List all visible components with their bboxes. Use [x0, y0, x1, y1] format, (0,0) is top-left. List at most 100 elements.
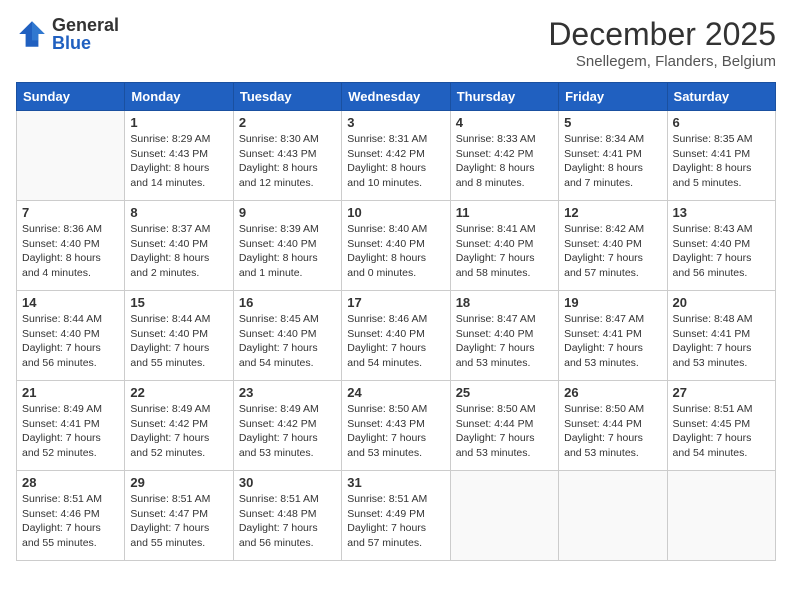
calendar-cell: 1Sunrise: 8:29 AMSunset: 4:43 PMDaylight… — [125, 111, 233, 201]
day-info: Sunrise: 8:31 AMSunset: 4:42 PMDaylight:… — [347, 132, 444, 191]
day-info: Sunrise: 8:50 AMSunset: 4:44 PMDaylight:… — [564, 402, 661, 461]
day-number: 26 — [564, 385, 661, 400]
day-info: Sunrise: 8:41 AMSunset: 4:40 PMDaylight:… — [456, 222, 553, 281]
week-row-4: 21Sunrise: 8:49 AMSunset: 4:41 PMDayligh… — [17, 381, 776, 471]
day-info: Sunrise: 8:39 AMSunset: 4:40 PMDaylight:… — [239, 222, 336, 281]
weekday-header-tuesday: Tuesday — [233, 83, 341, 111]
weekday-header-wednesday: Wednesday — [342, 83, 450, 111]
day-number: 27 — [673, 385, 770, 400]
day-info: Sunrise: 8:34 AMSunset: 4:41 PMDaylight:… — [564, 132, 661, 191]
calendar-cell: 23 Sunrise: 8:49 AMSunset: 4:42 PMDayligh… — [233, 381, 341, 471]
calendar-cell: 19 Sunrise: 8:47 AMSunset: 4:41 PMDayligh… — [559, 291, 667, 381]
calendar-cell: 17 Sunrise: 8:46 AMSunset: 4:40 PMDayligh… — [342, 291, 450, 381]
day-info: Sunrise: 8:29 AMSunset: 4:43 PMDaylight:… — [130, 132, 227, 191]
day-info: Sunrise: 8:51 AMSunset: 4:45 PMDaylight:… — [673, 402, 770, 461]
calendar-cell: 18Sunrise: 8:47 AMSunset: 4:40 PMDayligh… — [450, 291, 558, 381]
calendar-cell: 28 Sunrise: 8:51 AMSunset: 4:46 PMDayligh… — [17, 471, 125, 561]
calendar-cell: 2 Sunrise: 8:30 AMSunset: 4:43 PMDaylight… — [233, 111, 341, 201]
day-number: 31 — [347, 475, 444, 490]
logo-icon — [16, 18, 48, 50]
calendar-cell: 30Sunrise: 8:51 AMSunset: 4:48 PMDayligh… — [233, 471, 341, 561]
day-info: Sunrise: 8:36 AMSunset: 4:40 PMDaylight:… — [22, 222, 119, 281]
calendar-table: SundayMondayTuesdayWednesdayThursdayFrid… — [16, 82, 776, 561]
day-number: 7 — [22, 205, 119, 220]
calendar-cell: 20 Sunrise: 8:48 AMSunset: 4:41 PMDayligh… — [667, 291, 775, 381]
calendar-cell: 11 Sunrise: 8:41 AMSunset: 4:40 PMDayligh… — [450, 201, 558, 291]
location-subtitle: Snellegem, Flanders, Belgium — [548, 53, 776, 70]
weekday-header-friday: Friday — [559, 83, 667, 111]
calendar-cell: 9 Sunrise: 8:39 AMSunset: 4:40 PMDaylight… — [233, 201, 341, 291]
title-area: December 2025 Snellegem, Flanders, Belgi… — [548, 16, 776, 70]
day-number: 19 — [564, 295, 661, 310]
day-number: 4 — [456, 115, 553, 130]
weekday-header-saturday: Saturday — [667, 83, 775, 111]
calendar-cell: 31 Sunrise: 8:51 AMSunset: 4:49 PMDayligh… — [342, 471, 450, 561]
day-info: Sunrise: 8:50 AMSunset: 4:43 PMDaylight:… — [347, 402, 444, 461]
day-info: Sunrise: 8:30 AMSunset: 4:43 PMDaylight:… — [239, 132, 336, 191]
day-number: 12 — [564, 205, 661, 220]
calendar-cell: 4Sunrise: 8:33 AMSunset: 4:42 PMDaylight… — [450, 111, 558, 201]
day-number: 17 — [347, 295, 444, 310]
calendar-cell: 5 Sunrise: 8:34 AMSunset: 4:41 PMDaylight… — [559, 111, 667, 201]
day-info: Sunrise: 8:50 AMSunset: 4:44 PMDaylight:… — [456, 402, 553, 461]
calendar-cell: 3Sunrise: 8:31 AMSunset: 4:42 PMDaylight… — [342, 111, 450, 201]
day-info: Sunrise: 8:51 AMSunset: 4:46 PMDaylight:… — [22, 492, 119, 551]
calendar-cell: 15 Sunrise: 8:44 AMSunset: 4:40 PMDayligh… — [125, 291, 233, 381]
day-number: 22 — [130, 385, 227, 400]
day-number: 9 — [239, 205, 336, 220]
logo: General Blue — [16, 16, 119, 52]
calendar-cell: 22 Sunrise: 8:49 AMSunset: 4:42 PMDayligh… — [125, 381, 233, 471]
day-info: Sunrise: 8:51 AMSunset: 4:49 PMDaylight:… — [347, 492, 444, 551]
day-number: 2 — [239, 115, 336, 130]
calendar-cell: 27 Sunrise: 8:51 AMSunset: 4:45 PMDayligh… — [667, 381, 775, 471]
calendar-cell: 12 Sunrise: 8:42 AMSunset: 4:40 PMDayligh… — [559, 201, 667, 291]
calendar-cell: 24Sunrise: 8:50 AMSunset: 4:43 PMDayligh… — [342, 381, 450, 471]
day-number: 20 — [673, 295, 770, 310]
day-number: 5 — [564, 115, 661, 130]
day-info: Sunrise: 8:42 AMSunset: 4:40 PMDaylight:… — [564, 222, 661, 281]
day-info: Sunrise: 8:46 AMSunset: 4:40 PMDaylight:… — [347, 312, 444, 371]
calendar-cell: 26 Sunrise: 8:50 AMSunset: 4:44 PMDayligh… — [559, 381, 667, 471]
calendar-cell: 6Sunrise: 8:35 AMSunset: 4:41 PMDaylight… — [667, 111, 775, 201]
weekday-header-monday: Monday — [125, 83, 233, 111]
day-number: 18 — [456, 295, 553, 310]
calendar-cell — [667, 471, 775, 561]
day-number: 23 — [239, 385, 336, 400]
day-info: Sunrise: 8:51 AMSunset: 4:48 PMDaylight:… — [239, 492, 336, 551]
day-number: 15 — [130, 295, 227, 310]
day-info: Sunrise: 8:47 AMSunset: 4:41 PMDaylight:… — [564, 312, 661, 371]
day-number: 21 — [22, 385, 119, 400]
day-info: Sunrise: 8:43 AMSunset: 4:40 PMDaylight:… — [673, 222, 770, 281]
weekday-header-thursday: Thursday — [450, 83, 558, 111]
day-info: Sunrise: 8:45 AMSunset: 4:40 PMDaylight:… — [239, 312, 336, 371]
logo-blue: Blue — [52, 34, 119, 52]
day-info: Sunrise: 8:44 AMSunset: 4:40 PMDaylight:… — [130, 312, 227, 371]
calendar-cell: 10Sunrise: 8:40 AMSunset: 4:40 PMDayligh… — [342, 201, 450, 291]
calendar-cell: 14 Sunrise: 8:44 AMSunset: 4:40 PMDayligh… — [17, 291, 125, 381]
day-info: Sunrise: 8:40 AMSunset: 4:40 PMDaylight:… — [347, 222, 444, 281]
day-number: 8 — [130, 205, 227, 220]
calendar-cell: 29Sunrise: 8:51 AMSunset: 4:47 PMDayligh… — [125, 471, 233, 561]
calendar-cell — [450, 471, 558, 561]
day-number: 11 — [456, 205, 553, 220]
month-title: December 2025 — [548, 16, 776, 53]
weekday-header-sunday: Sunday — [17, 83, 125, 111]
week-row-2: 7 Sunrise: 8:36 AMSunset: 4:40 PMDaylight… — [17, 201, 776, 291]
calendar-cell: 16Sunrise: 8:45 AMSunset: 4:40 PMDayligh… — [233, 291, 341, 381]
calendar-cell — [17, 111, 125, 201]
logo-text: General Blue — [52, 16, 119, 52]
week-row-3: 14 Sunrise: 8:44 AMSunset: 4:40 PMDayligh… — [17, 291, 776, 381]
header: General Blue December 2025 Snellegem, Fl… — [16, 16, 776, 70]
day-number: 28 — [22, 475, 119, 490]
day-info: Sunrise: 8:48 AMSunset: 4:41 PMDaylight:… — [673, 312, 770, 371]
calendar-cell: 21Sunrise: 8:49 AMSunset: 4:41 PMDayligh… — [17, 381, 125, 471]
day-info: Sunrise: 8:35 AMSunset: 4:41 PMDaylight:… — [673, 132, 770, 191]
week-row-1: 1Sunrise: 8:29 AMSunset: 4:43 PMDaylight… — [17, 111, 776, 201]
day-number: 29 — [130, 475, 227, 490]
day-info: Sunrise: 8:49 AMSunset: 4:42 PMDaylight:… — [239, 402, 336, 461]
calendar-cell — [559, 471, 667, 561]
day-number: 14 — [22, 295, 119, 310]
day-info: Sunrise: 8:49 AMSunset: 4:42 PMDaylight:… — [130, 402, 227, 461]
week-row-5: 28 Sunrise: 8:51 AMSunset: 4:46 PMDayligh… — [17, 471, 776, 561]
day-info: Sunrise: 8:44 AMSunset: 4:40 PMDaylight:… — [22, 312, 119, 371]
